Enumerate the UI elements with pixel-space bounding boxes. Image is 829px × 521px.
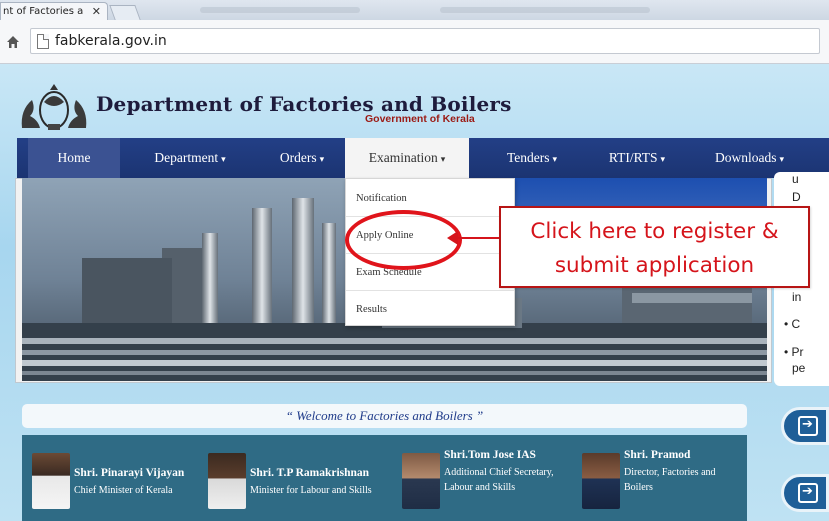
side-text: in — [792, 290, 802, 304]
avatar — [582, 453, 620, 509]
chevron-down-icon: ▾ — [779, 154, 785, 164]
window-title-blur — [440, 7, 650, 13]
login-arrow-icon — [798, 416, 818, 436]
nav-downloads-label: Downloads — [714, 150, 777, 165]
official-role: Additional Chief Secretary, — [444, 467, 554, 478]
nav-rti-label: RTI/RTS — [608, 150, 658, 165]
side-text: D — [792, 190, 801, 204]
menu-item-results[interactable]: Results — [346, 291, 514, 328]
officials-panel: Shri. Pinarayi Vijayan Chief Minister of… — [22, 435, 747, 521]
side-text: pe — [792, 361, 806, 375]
official-role: Boilers — [624, 482, 653, 493]
tab-title: nt of Factories a — [3, 6, 84, 17]
url-text: fabkerala.gov.in — [55, 33, 167, 49]
nav-rti-rts[interactable]: RTI/RTS ▾ — [592, 138, 682, 178]
official-name: Shri. T.P Ramakrishnan — [250, 467, 370, 479]
site-subtitle: Government of Kerala — [365, 113, 475, 125]
nav-orders[interactable]: Orders ▾ — [257, 138, 347, 178]
home-icon[interactable] — [5, 34, 21, 50]
address-bar: fabkerala.gov.in — [0, 20, 829, 64]
official-name: Shri. Pinarayi Vijayan — [74, 467, 185, 479]
chevron-down-icon: ▾ — [660, 154, 666, 164]
login-arrow-icon — [798, 483, 818, 503]
callout-line-2: submit application — [554, 253, 755, 278]
nav-orders-label: Orders — [279, 150, 317, 165]
window-title-blur — [200, 7, 360, 13]
nav-home[interactable]: Home — [28, 138, 120, 178]
welcome-banner: “ Welcome to Factories and Boilers ” — [22, 404, 747, 428]
chevron-down-icon: ▾ — [552, 154, 558, 164]
chevron-down-icon: ▾ — [221, 154, 226, 164]
callout-arrow-icon — [447, 231, 501, 245]
official-name: Shri.Tom Jose IAS — [444, 449, 536, 461]
official-card[interactable]: Shri.Tom Jose IAS Additional Chief Secre… — [402, 449, 582, 517]
official-role: Labour and Skills — [444, 482, 516, 493]
main-navbar: Home Department ▾ Orders ▾ Examination ▾ Te… — [17, 138, 829, 178]
side-bullet[interactable]: • C — [784, 317, 800, 331]
official-role: Director, Factories and — [624, 467, 716, 478]
page-icon — [37, 34, 49, 49]
official-card[interactable]: Shri. T.P Ramakrishnan Minister for Labo… — [208, 453, 398, 517]
official-role: Chief Minister of Kerala — [74, 485, 173, 496]
avatar — [32, 453, 70, 509]
nav-examination[interactable]: Examination ▾ — [345, 138, 469, 178]
browser-tab[interactable]: nt of Factories a ✕ — [0, 2, 108, 20]
new-tab-button[interactable] — [109, 5, 141, 20]
nav-examination-label: Examination — [368, 150, 438, 165]
nav-tenders-label: Tenders — [506, 150, 550, 165]
login-button[interactable] — [781, 407, 829, 445]
url-field[interactable]: fabkerala.gov.in — [30, 28, 820, 54]
official-role: Minister for Labour and Skills — [250, 485, 372, 496]
kerala-emblem-icon — [14, 80, 94, 134]
official-card[interactable]: Shri. Pramod Director, Factories and Boi… — [582, 449, 747, 517]
avatar — [402, 453, 440, 509]
official-name: Shri. Pramod — [624, 449, 691, 461]
nav-home-label: Home — [57, 150, 91, 165]
tab-close-icon[interactable]: ✕ — [92, 5, 101, 18]
nav-department[interactable]: Department ▾ — [135, 138, 245, 178]
instruction-callout: Click here to register & submit applicat… — [499, 206, 810, 288]
side-text: u — [792, 172, 799, 186]
nav-department-label: Department — [154, 150, 219, 165]
signup-button[interactable] — [781, 474, 829, 512]
menu-item-notification[interactable]: Notification — [346, 180, 514, 217]
chevron-down-icon: ▾ — [440, 154, 446, 164]
callout-line-1: Click here to register & — [530, 219, 779, 244]
web-page: Department of Factories and Boilers Gove… — [0, 64, 829, 521]
highlight-ring — [345, 210, 462, 270]
avatar — [208, 453, 246, 509]
official-card[interactable]: Shri. Pinarayi Vijayan Chief Minister of… — [32, 453, 202, 517]
browser-tabstrip: nt of Factories a ✕ — [0, 0, 829, 20]
chevron-down-icon: ▾ — [319, 154, 325, 164]
nav-tenders[interactable]: Tenders ▾ — [487, 138, 577, 178]
side-bullet[interactable]: • Pr — [784, 345, 804, 359]
